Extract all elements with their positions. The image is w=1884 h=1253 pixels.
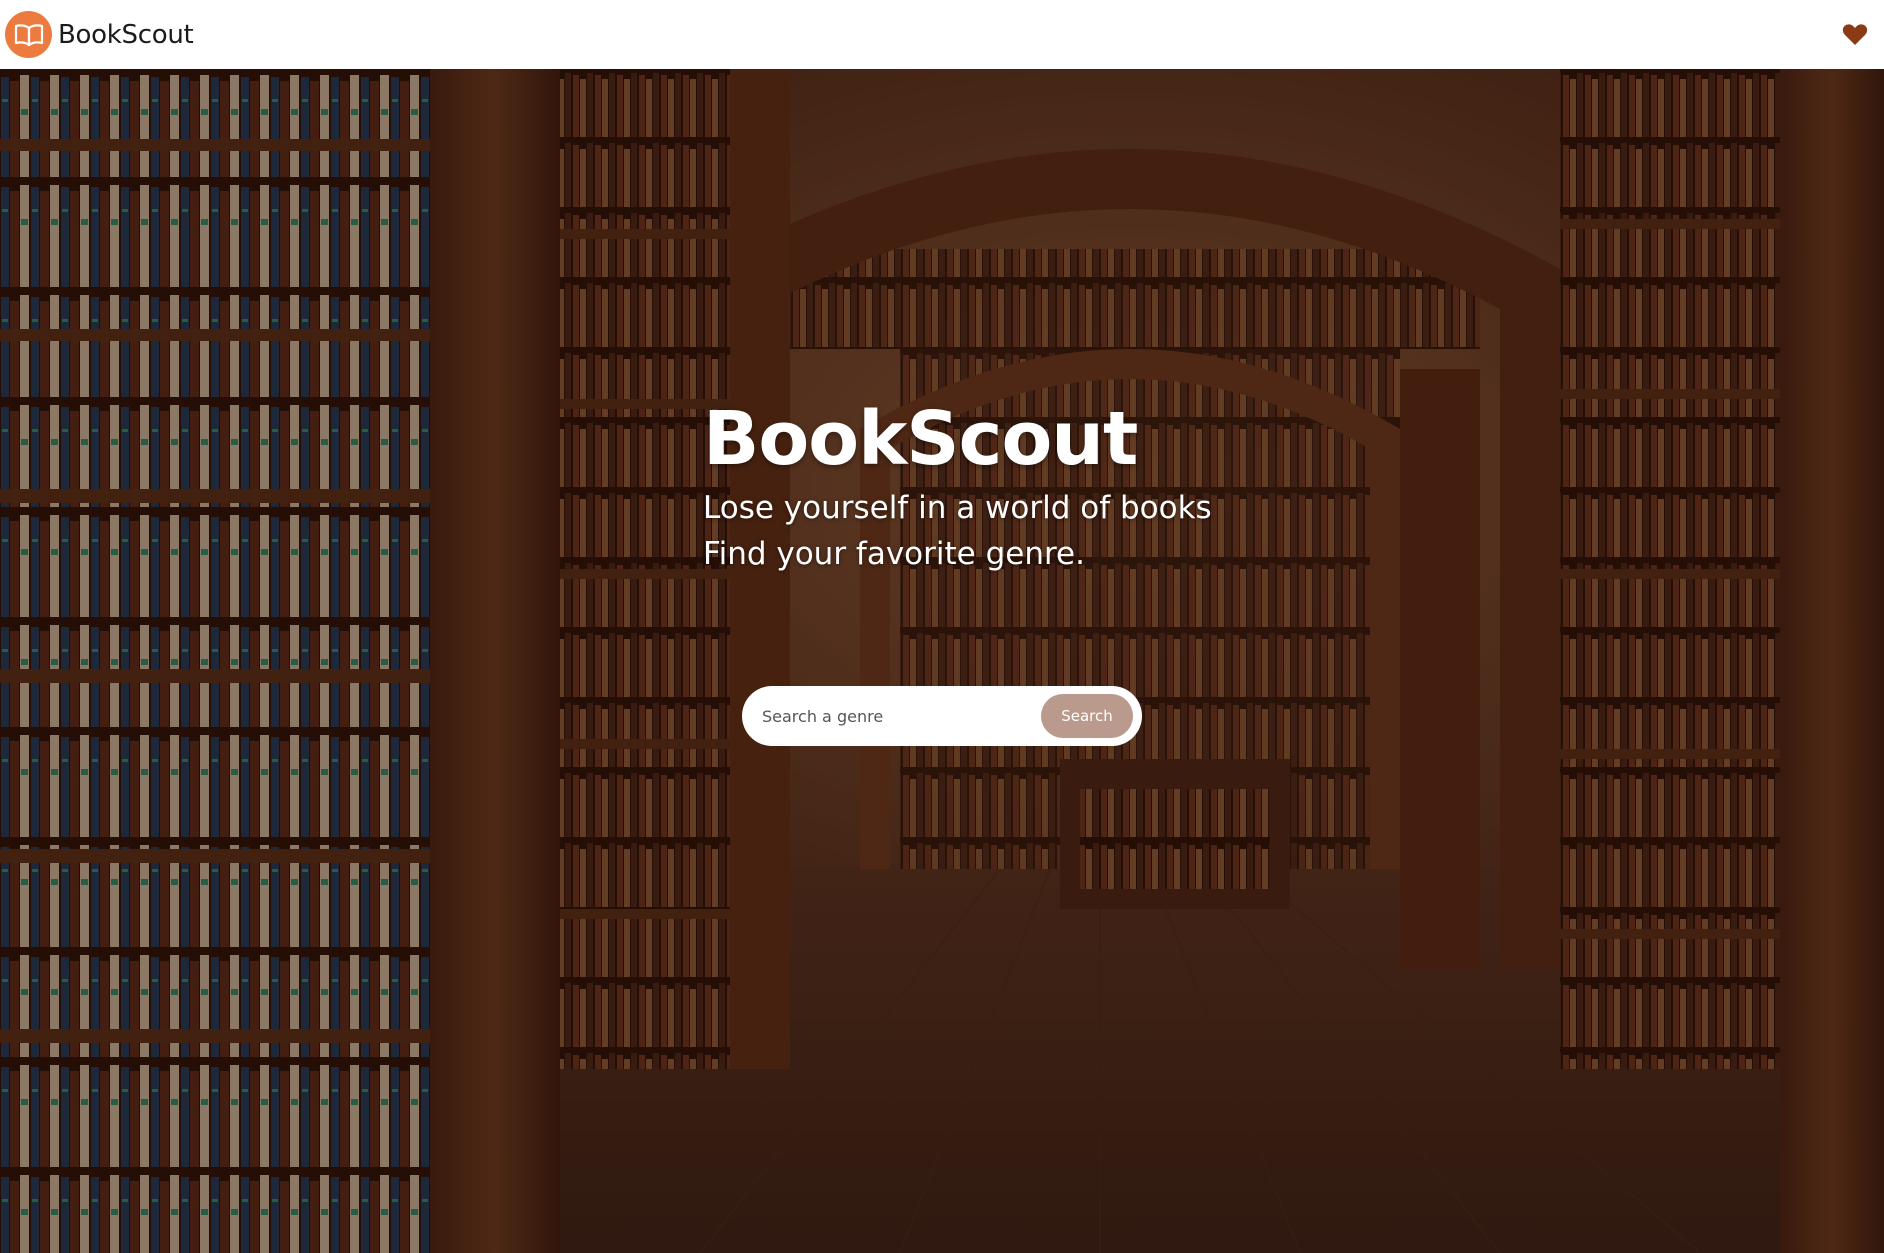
open-book-icon	[5, 11, 52, 58]
hero-subtitle-line2: Find your favorite genre.	[703, 536, 1085, 572]
brand-link[interactable]: BookScout	[5, 11, 194, 58]
hero-text-block: BookScout Lose yourself in a world of bo…	[703, 397, 1212, 577]
library-background-image	[0, 69, 1884, 1253]
hero-subtitle-line1: Lose yourself in a world of books	[703, 490, 1212, 526]
hero-section: BookScout Lose yourself in a world of bo…	[0, 69, 1884, 1253]
brand-name: BookScout	[58, 19, 194, 50]
search-bar: Search	[742, 686, 1142, 746]
search-button[interactable]: Search	[1041, 694, 1133, 738]
search-input[interactable]	[762, 706, 1041, 726]
heart-icon[interactable]	[1840, 20, 1870, 50]
hero-title: BookScout	[703, 396, 1138, 482]
navbar: BookScout	[0, 0, 1884, 69]
